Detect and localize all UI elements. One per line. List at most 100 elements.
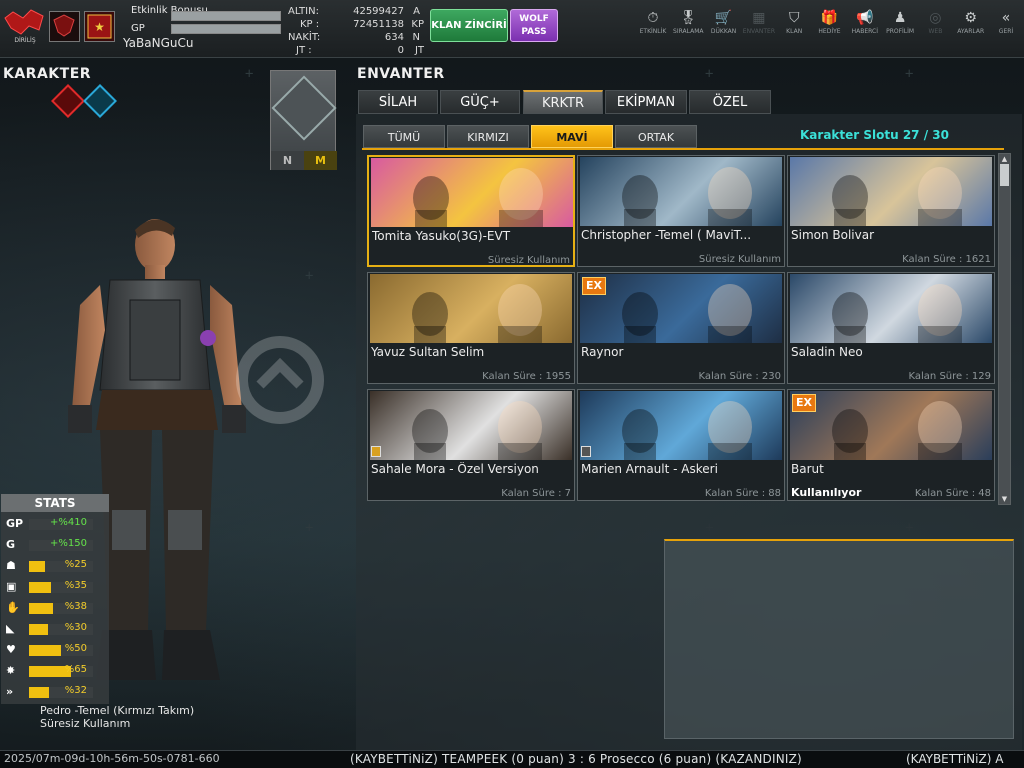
character-card[interactable]: EX Raynor Kalan Süre : 230 [577, 272, 785, 384]
tab-4[interactable]: ÖZEL [689, 90, 771, 114]
character-portrait [790, 157, 992, 226]
altin-row: ALTIN: 42599427 A [284, 6, 424, 18]
inventory-icon: ▦ [752, 10, 766, 26]
envanter-title: ENVANTER [357, 66, 445, 82]
character-portrait [580, 157, 782, 226]
stats-title: STATS [1, 494, 109, 512]
emblem-m-button[interactable]: M [304, 151, 337, 170]
inventory-scrollbar[interactable]: ▲ ▼ [998, 153, 1011, 505]
decor-plus: + [905, 66, 914, 82]
character-card[interactable]: Yavuz Sultan Selim Kalan Süre : 1955 [367, 272, 575, 384]
remaining-time: Kalan Süre : 129 [908, 371, 991, 382]
back-icon: « [1001, 10, 1011, 26]
klan-zinciri-button[interactable]: KLAN ZİNCİRİ [430, 9, 508, 42]
emblem-n-button[interactable]: N [271, 151, 304, 170]
g-icon: G [6, 538, 16, 551]
character-name: Saladin Neo [791, 345, 863, 359]
scroll-up-icon[interactable]: ▲ [999, 154, 1010, 164]
scroll-down-icon[interactable]: ▼ [999, 494, 1010, 504]
character-name: Yavuz Sultan Selim [371, 345, 485, 359]
character-portrait [370, 274, 572, 343]
stat-row: ☗ %25 [1, 557, 109, 577]
character-card[interactable]: Saladin Neo Kalan Süre : 129 [787, 272, 995, 384]
remaining-time: Kalan Süre : 7 [501, 488, 571, 499]
character-portrait [370, 391, 572, 460]
tab-2[interactable]: KRKTR [523, 90, 603, 114]
nav-back-button[interactable]: « GERİ [989, 8, 1023, 48]
wolf-pass-button[interactable]: WOLF PASS [510, 9, 558, 42]
rank-badge-icon[interactable]: ★ [84, 11, 115, 42]
nav-medal-button[interactable]: 🎖 SIRALAMA [671, 8, 705, 48]
altin-unit: A [413, 6, 420, 17]
nav-label: GERİ [998, 28, 1014, 35]
decor-plus: + [305, 268, 314, 284]
kp-value: 72451138 [353, 19, 404, 30]
subtab-underline [362, 148, 1004, 150]
remaining-time: Süresiz Kullanım [698, 254, 781, 265]
glove-icon: ✋ [6, 601, 20, 614]
nakit-unit: N [412, 32, 420, 43]
stat-row: ✋ %38 [1, 599, 109, 619]
stat-row: ▣ %35 [1, 578, 109, 598]
nakit-row: NAKİT: 634 N [284, 32, 424, 44]
character-card[interactable]: Simon Bolivar Kalan Süre : 1621 [787, 155, 995, 267]
stat-value: %30 [64, 622, 87, 633]
character-name: Simon Bolivar [791, 228, 875, 242]
nav-inventory-button[interactable]: ▦ ENVANTER [742, 8, 776, 48]
nav-gift-button[interactable]: 🎁 HEDİYE [813, 8, 847, 48]
stat-value: %35 [64, 580, 87, 591]
decor-plus: + [305, 520, 314, 536]
stat-row: ✸ %65 [1, 662, 109, 682]
gift-icon: 🎁 [820, 10, 839, 26]
nav-label: SIRALAMA [673, 28, 704, 35]
stat-value: %38 [64, 601, 87, 612]
nav-megaphone-button[interactable]: 📢 HABERCİ [848, 8, 882, 48]
nav-shield-button[interactable]: ⛉ KLAN [777, 8, 811, 48]
subtab-0[interactable]: TÜMÜ [363, 125, 445, 148]
game-logo: DİRİLİŞ [4, 9, 44, 44]
character-portrait [790, 274, 992, 343]
nav-profile-button[interactable]: ♟ PROFİLİM [883, 8, 917, 48]
nav-clock-button[interactable]: ⏱ ETKİNLİK [636, 8, 670, 48]
remaining-time: Kalan Süre : 1955 [482, 371, 571, 382]
character-name: Raynor [581, 345, 624, 359]
remaining-time: Kalan Süre : 230 [698, 371, 781, 382]
kp-row: KP : 72451138 KP [284, 19, 424, 31]
top-bar: DİRİLİŞ ★ Etkinlik Bonusu GP YaBaNGuCu A… [0, 0, 1024, 58]
character-card[interactable]: Marien Arnault - Askeri Kalan Süre : 88 [577, 389, 785, 501]
character-portrait [790, 391, 992, 460]
subtab-1[interactable]: KIRMIZI [447, 125, 529, 148]
character-card[interactable]: Tomita Yasuko(3G)-EVT Süresiz Kullanım [367, 155, 575, 267]
scroll-thumb[interactable] [1000, 164, 1009, 186]
subtab-3[interactable]: ORTAK [615, 125, 697, 148]
jt-unit: JT [414, 45, 424, 56]
gear-icon: ⚙ [964, 10, 977, 26]
nav-label: HEDİYE [818, 28, 841, 35]
clan-rank-icon[interactable] [49, 11, 80, 42]
nakit-label: NAKİT: [288, 32, 321, 43]
nav-gear-button[interactable]: ⚙ AYARLAR [954, 8, 988, 48]
remaining-time: Kalan Süre : 88 [704, 488, 781, 499]
svg-text:★: ★ [94, 20, 105, 34]
character-card[interactable]: Christopher -Temel ( MaviT... Süresiz Kul… [577, 155, 785, 267]
karakter-title: KARAKTER [3, 66, 92, 82]
altin-value: 42599427 [353, 6, 404, 17]
ex-badge-icon: EX [582, 277, 606, 295]
subtab-2[interactable]: MAVİ [531, 125, 613, 148]
character-card[interactable]: Sahale Mora - Özel Versiyon Kalan Süre : … [367, 389, 575, 501]
tab-0[interactable]: SİLAH [358, 90, 438, 114]
nav-cart-button[interactable]: 🛒 DÜKKAN [707, 8, 741, 48]
stat-value: +%150 [50, 538, 87, 549]
tab-3[interactable]: EKİPMAN [605, 90, 687, 114]
jt-label: JT : [296, 45, 312, 56]
nav-label: DÜKKAN [710, 28, 737, 35]
nakit-value: 634 [384, 32, 404, 43]
nav-label: PROFİLİM [886, 28, 915, 35]
character-card[interactable]: EX Barut Kullanılıyor Kalan Süre : 48 [787, 389, 995, 501]
stat-value: %50 [64, 643, 87, 654]
tab-1[interactable]: GÜÇ+ [440, 90, 520, 114]
nav-globe-button[interactable]: ◎ WEB [918, 8, 952, 48]
kp-label: KP : [300, 19, 320, 30]
klan-zinciri-label: KLAN ZİNCİRİ [431, 20, 507, 31]
remaining-time: Kalan Süre : 1621 [902, 254, 991, 265]
